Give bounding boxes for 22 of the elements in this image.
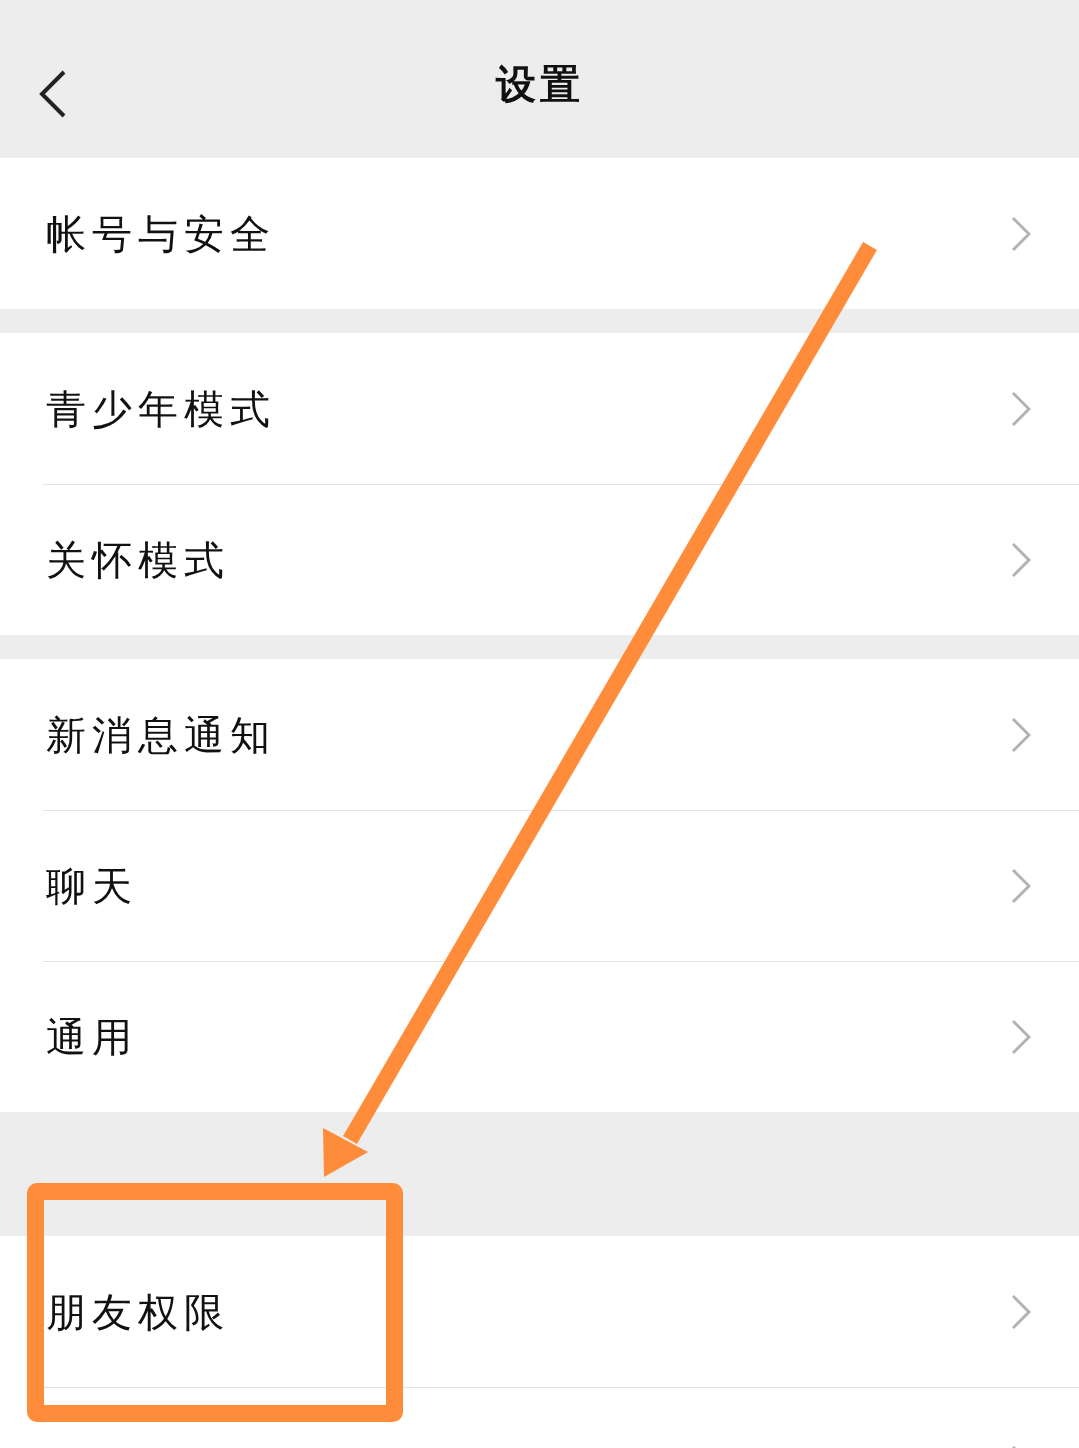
page-title: 设置 <box>495 60 584 109</box>
row-label: 聊天 <box>46 862 138 911</box>
settings-row[interactable]: 新消息通知 <box>0 659 1079 810</box>
chevron-icon <box>1011 1293 1031 1330</box>
back-icon[interactable] <box>38 70 68 118</box>
chevron-icon <box>1011 215 1031 252</box>
row-label: 帐号与安全 <box>46 209 276 259</box>
chevron-icon <box>1011 542 1031 578</box>
row-label: 通用 <box>46 1013 138 1062</box>
settings-row[interactable]: 青少年模式 <box>0 333 1079 484</box>
row-label: 新消息通知 <box>46 710 276 760</box>
settings-row[interactable]: 关怀模式 <box>43 484 1079 635</box>
chevron-icon <box>1011 868 1031 904</box>
settings-row[interactable]: 通用 <box>43 961 1079 1112</box>
chevron-icon <box>1011 1019 1031 1055</box>
settings-row[interactable]: 帐号与安全 <box>0 158 1079 309</box>
row-label: 朋友权限 <box>46 1287 230 1337</box>
row-label: 青少年模式 <box>46 384 276 434</box>
settings-row[interactable]: 聊天 <box>43 810 1079 961</box>
chevron-icon <box>1011 390 1031 427</box>
chevron-icon <box>1011 716 1031 753</box>
row-label: 关怀模式 <box>46 536 230 585</box>
